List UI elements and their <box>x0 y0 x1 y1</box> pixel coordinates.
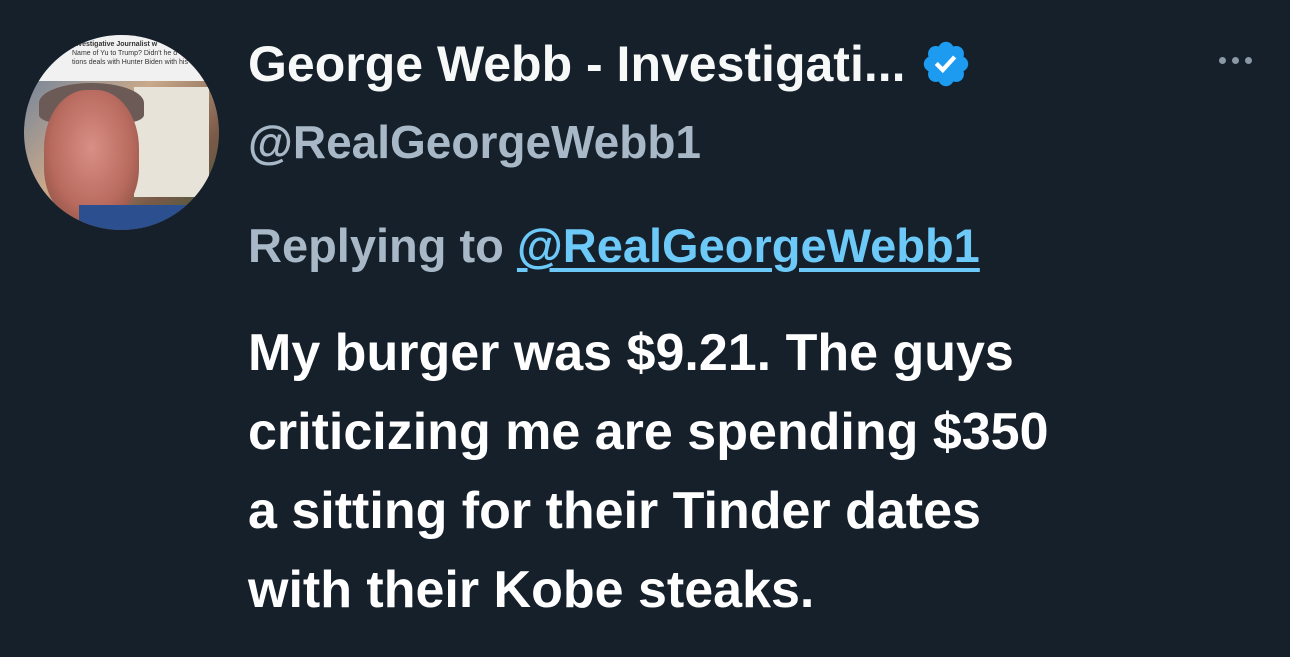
tweet-text-line: a sitting for their Tinder dates <box>248 482 981 540</box>
display-name[interactable]: George Webb - Investigati... <box>248 34 906 94</box>
avatar-caption-line: tions deals with Hunter Biden with his e <box>72 59 194 66</box>
more-options-icon[interactable] <box>1205 40 1265 80</box>
verified-badge-icon[interactable] <box>920 38 972 90</box>
tweet-text-line: criticizing me are spending $350 <box>248 403 1049 461</box>
tweet-text-line: My burger was $9.21. The guys <box>248 324 1014 382</box>
author-name-row: George Webb - Investigati... <box>248 34 972 94</box>
avatar-caption-line: Investigative Journalist w <box>72 41 158 48</box>
reply-target-link[interactable]: @RealGeorgeWebb1 <box>517 219 980 272</box>
reply-prefix: Replying to <box>248 219 517 272</box>
more-dot <box>1231 56 1239 64</box>
avatar[interactable]: Investigative Journalist w Name of Yu to… <box>24 35 219 230</box>
avatar-caption-line: Name of Yu to Trump? Didn't he d <box>72 50 178 57</box>
tweet-text-line: with their Kobe steaks. <box>248 561 815 619</box>
more-dot <box>1244 56 1252 64</box>
reply-context: Replying to @RealGeorgeWebb1 <box>248 216 980 276</box>
more-dot <box>1218 56 1226 64</box>
tweet-text: My burger was $9.21. The guys criticizin… <box>248 314 1268 630</box>
avatar-building <box>134 87 209 197</box>
author-handle[interactable]: @RealGeorgeWebb1 <box>248 112 701 172</box>
avatar-face <box>44 90 139 220</box>
tweet-card: Investigative Journalist w Name of Yu to… <box>0 0 1290 657</box>
avatar-caption: Investigative Journalist w Name of Yu to… <box>24 35 219 81</box>
avatar-shirt <box>79 205 199 230</box>
